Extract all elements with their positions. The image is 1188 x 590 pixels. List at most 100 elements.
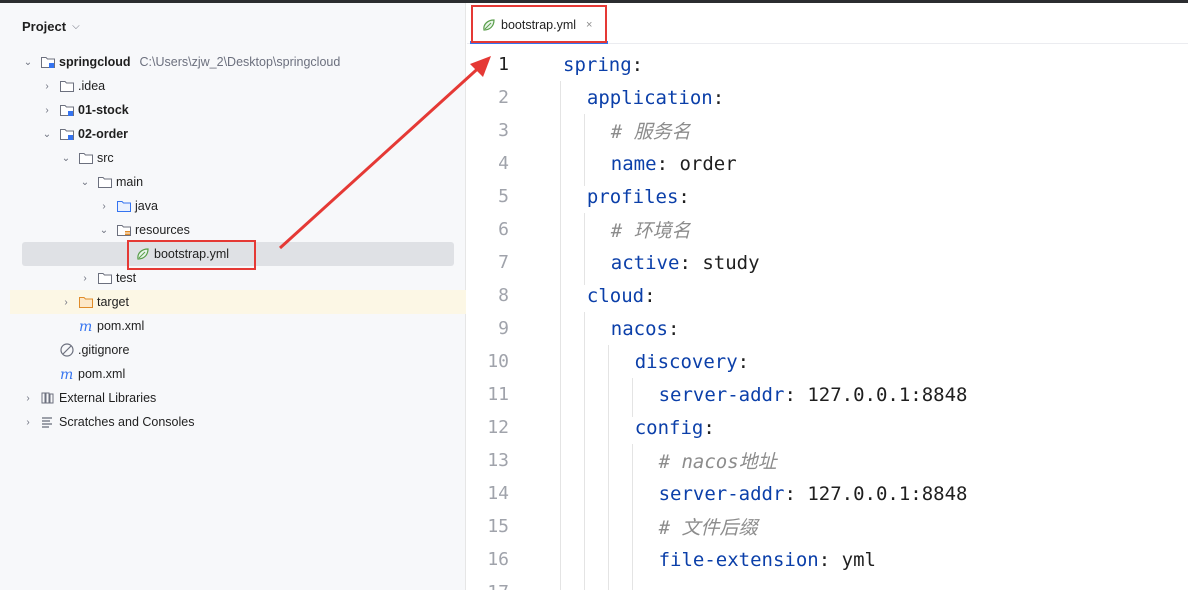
code-text: # 文件后缀 [659, 513, 758, 540]
tree-item-label: .idea [78, 79, 106, 93]
line-number: 3 [498, 120, 509, 141]
tree-item-label: Scratches and Consoles [59, 415, 195, 429]
yaml-punctuation: : [784, 383, 808, 406]
chevron-down-icon[interactable]: ⌄ [41, 129, 53, 140]
code-line[interactable]: 17 [467, 576, 1188, 590]
code-line[interactable]: 8 cloud: [467, 279, 1188, 312]
chevron-down-icon[interactable]: ⌄ [98, 225, 110, 236]
tree-item[interactable]: ⌄ src [0, 146, 466, 170]
indent-guide [560, 81, 561, 590]
code-line[interactable]: 2 application: [467, 81, 1188, 114]
chevron-right-icon[interactable]: › [60, 297, 72, 308]
chevron-right-icon[interactable]: › [22, 417, 34, 428]
yaml-punctuation: : [818, 548, 842, 571]
yaml-punctuation: : [668, 317, 680, 340]
tree-item[interactable]: › target [10, 290, 466, 314]
annotation-box-tab [471, 5, 607, 43]
code-line[interactable]: 7 active: study [467, 246, 1188, 279]
yaml-value: 127.0.0.1:8848 [807, 482, 968, 505]
code-line[interactable]: 13 # nacos地址 [467, 444, 1188, 477]
chevron-right-icon[interactable]: › [41, 81, 53, 92]
code-line[interactable]: 11 server-addr: 127.0.0.1:8848 [467, 378, 1188, 411]
tree-item[interactable]: ⌄ springcloud C:\Users\zjw_2\Desktop\sprin… [0, 50, 466, 74]
chevron-right-icon[interactable]: › [79, 273, 91, 284]
code-line[interactable]: 16 file-extension: yml [467, 543, 1188, 576]
tree-item[interactable]: ›.gitignore [0, 338, 466, 362]
tree-item[interactable]: ⌄ 02-order [0, 122, 466, 146]
yaml-punctuation: : [631, 53, 644, 76]
line-number: 9 [498, 318, 509, 339]
yaml-punctuation: : [679, 251, 703, 274]
code-text: server-addr: 127.0.0.1:8848 [659, 384, 968, 406]
tree-item-label: test [116, 271, 137, 285]
chevron-down-icon: ⌵ [72, 20, 80, 32]
code-line[interactable]: 4 name: order [467, 147, 1188, 180]
project-tool-window: Project ⌵ ⌄ springcloud C:\Users\zjw_2\Des… [0, 3, 466, 590]
tree-item-label: java [135, 199, 158, 213]
line-number: 13 [487, 450, 509, 471]
tree-item[interactable]: ⌄ resources [0, 218, 466, 242]
yaml-comment: # 服务名 [610, 121, 691, 143]
maven-icon: m [78, 318, 94, 334]
tree-item[interactable]: › Scratches and Consoles [0, 410, 466, 434]
tree-item-label: External Libraries [59, 391, 157, 405]
line-number: 16 [487, 549, 509, 570]
svg-text:m: m [60, 367, 73, 382]
module-folder-icon [40, 54, 56, 70]
tree-item[interactable]: ›mpom.xml [0, 314, 466, 338]
chevron-down-icon[interactable]: ⌄ [60, 153, 72, 164]
tree-item-label: pom.xml [97, 319, 145, 333]
chevron-right-icon[interactable]: › [22, 393, 34, 404]
project-panel-title: Project [22, 18, 67, 34]
resources-folder-icon [116, 222, 132, 238]
tree-item[interactable]: › java [0, 194, 466, 218]
code-line[interactable]: 1 spring: [467, 48, 1188, 81]
project-view-selector[interactable]: Project ⌵ [22, 17, 80, 35]
yaml-value: order [679, 152, 737, 175]
yaml-comment: # 环境名 [610, 220, 691, 242]
code-line[interactable]: 14 server-addr: 127.0.0.1:8848 [467, 477, 1188, 510]
tree-item-label: src [97, 151, 114, 165]
line-number: 4 [498, 153, 509, 174]
module-folder-icon [59, 102, 75, 118]
tree-item[interactable]: › External Libraries [0, 386, 466, 410]
line-number: 15 [487, 516, 509, 537]
code-line[interactable]: 3 # 服务名 [467, 114, 1188, 147]
code-text: profiles: [587, 186, 690, 208]
line-number: 6 [498, 219, 509, 240]
folder-icon [78, 150, 94, 166]
chevron-down-icon[interactable]: ⌄ [79, 177, 91, 188]
chevron-right-icon[interactable]: › [41, 105, 53, 116]
tree-item-label: target [97, 295, 129, 309]
code-text: nacos: [611, 318, 680, 340]
code-line[interactable]: 12 config: [467, 411, 1188, 444]
tree-item-label: pom.xml [78, 367, 126, 381]
indent-guide [631, 444, 633, 590]
tree-item-label: .gitignore [78, 343, 130, 357]
code-text: cloud: [587, 285, 656, 307]
yaml-key: cloud [586, 284, 645, 307]
yaml-value: yml [841, 548, 876, 571]
yaml-punctuation: : [737, 350, 750, 373]
line-number: 14 [487, 483, 509, 504]
code-line[interactable]: 10 discovery: [467, 345, 1188, 378]
code-line[interactable]: 5 profiles: [467, 180, 1188, 213]
code-line[interactable]: 6 # 环境名 [467, 213, 1188, 246]
yaml-punctuation: : [712, 86, 725, 109]
tree-item[interactable]: ⌄ main [0, 170, 466, 194]
tree-item[interactable]: › .idea [0, 74, 466, 98]
yaml-punctuation: : [656, 152, 680, 175]
tree-item[interactable]: ›mpom.xml [0, 362, 466, 386]
code-text: file-extension: yml [659, 549, 876, 571]
line-number: 10 [487, 351, 509, 372]
chevron-down-icon[interactable]: ⌄ [22, 57, 34, 68]
line-number: 12 [487, 417, 509, 438]
code-line[interactable]: 9 nacos: [467, 312, 1188, 345]
tree-item[interactable]: › 01-stock [0, 98, 466, 122]
code-text: spring: [563, 54, 643, 76]
indent-guide [607, 345, 609, 590]
yaml-comment: # nacos地址 [658, 451, 777, 473]
line-number: 1 [498, 54, 509, 75]
code-line[interactable]: 15 # 文件后缀 [467, 510, 1188, 543]
chevron-right-icon[interactable]: › [98, 201, 110, 212]
